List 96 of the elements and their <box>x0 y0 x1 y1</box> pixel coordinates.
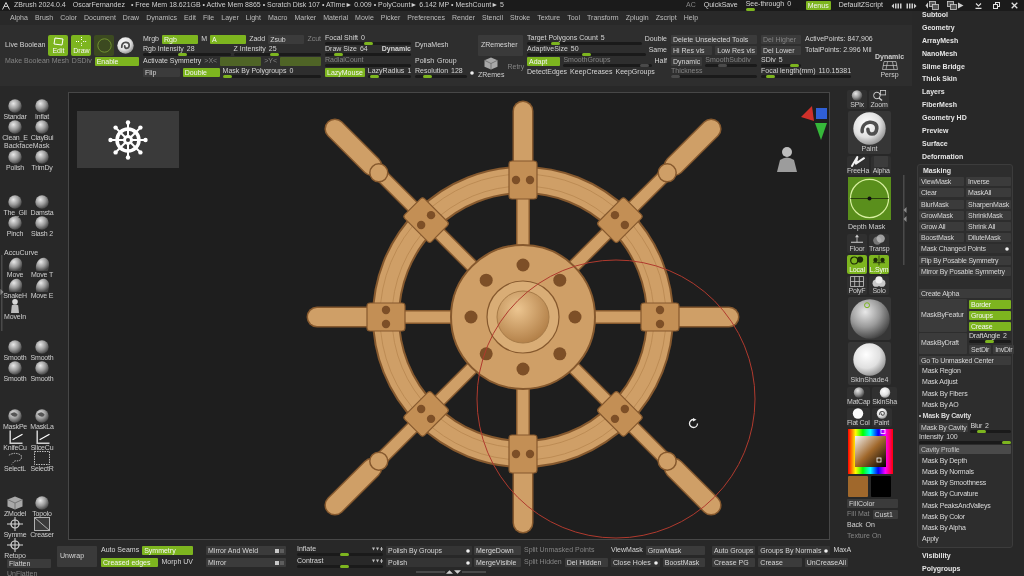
option-squares-icon <box>275 548 284 553</box>
slider-thumb[interactable] <box>551 42 561 45</box>
target-icon <box>7 517 23 531</box>
blob-icon <box>7 278 23 292</box>
window-layout-icon[interactable] <box>947 1 964 10</box>
cube-icon <box>7 496 23 510</box>
slider-thumb[interactable] <box>984 340 994 344</box>
dashed-rect-icon <box>34 451 50 465</box>
slider-thumb[interactable] <box>340 553 350 556</box>
stroke-icon <box>851 156 866 167</box>
sphere-icon <box>34 361 50 375</box>
swirl-sphere-icon <box>853 112 886 145</box>
color-picker[interactable] <box>848 429 893 474</box>
sphere-icon <box>34 340 50 354</box>
floor-icon <box>850 234 864 245</box>
sphere-icon <box>34 216 50 230</box>
crease-icon <box>34 517 50 531</box>
slider-thumb[interactable] <box>270 53 280 56</box>
blob-icon <box>34 257 50 271</box>
local-icon <box>850 255 864 266</box>
grid-icon <box>850 276 864 287</box>
crosshair-icon <box>76 36 87 46</box>
color-swatch-icon[interactable] <box>871 476 891 497</box>
sphere-icon <box>34 120 50 134</box>
knife-icon <box>34 430 50 444</box>
masked-sphere-icon <box>34 409 50 423</box>
slider-thumb[interactable] <box>1002 441 1011 445</box>
figure-icon[interactable] <box>777 147 797 172</box>
lasso-icon <box>7 451 23 465</box>
window-layout-icon[interactable] <box>925 1 942 10</box>
color-swatch-icon[interactable] <box>848 476 868 497</box>
scroll-handle[interactable] <box>0 255 4 331</box>
panel-layout-icon[interactable] <box>891 2 902 9</box>
symmetry-icon <box>872 255 886 266</box>
sphere-icon <box>7 99 23 113</box>
minimize-icon[interactable] <box>975 2 982 9</box>
slider-thumb[interactable] <box>422 75 432 78</box>
sphere-icon <box>34 496 50 510</box>
sphere-icon <box>7 216 23 230</box>
slider-thumb[interactable] <box>790 64 800 67</box>
slider-thumb[interactable] <box>340 565 350 568</box>
blob-icon <box>7 257 23 271</box>
toggle-dot-icon[interactable] <box>470 70 474 75</box>
sphere-icon <box>7 195 23 209</box>
sphere-icon <box>34 99 50 113</box>
app-logo-icon <box>2 1 10 10</box>
sphere-icon <box>850 90 864 101</box>
ship-wheel-icon <box>108 119 148 160</box>
sphere-icon <box>851 387 866 398</box>
axis-gizmo-icon[interactable] <box>801 106 827 140</box>
swirl-sphere-icon <box>874 408 889 419</box>
slider-options-icon[interactable] <box>372 558 383 563</box>
flat-disk-icon <box>851 408 866 419</box>
sphere-icon <box>34 150 50 164</box>
option-squares-icon <box>275 560 284 565</box>
material-sphere-icon <box>849 298 890 339</box>
solo-icon <box>872 276 886 287</box>
glossy-sphere-icon <box>853 343 886 376</box>
slider-options-icon[interactable] <box>372 546 383 551</box>
slider-thumb[interactable] <box>363 42 373 45</box>
slider-thumb[interactable] <box>222 75 232 78</box>
slider-track[interactable] <box>233 53 321 56</box>
transparency-icon <box>872 234 887 245</box>
slider-thumb[interactable] <box>334 53 344 56</box>
sphere-icon <box>34 195 50 209</box>
slider-thumb[interactable] <box>976 429 986 433</box>
close-icon[interactable] <box>1011 2 1018 9</box>
slider-thumb[interactable] <box>745 8 755 11</box>
sphere-icon <box>7 150 23 164</box>
swirl-sphere-icon <box>117 36 135 54</box>
slider-thumb[interactable] <box>369 75 379 78</box>
slider-track[interactable] <box>527 53 646 56</box>
blob-icon <box>34 278 50 292</box>
restore-icon[interactable] <box>993 2 1000 9</box>
shelf-resize-handle[interactable] <box>416 570 486 574</box>
perspective-grid-icon <box>881 60 898 70</box>
slider-track[interactable] <box>325 64 411 67</box>
magnifier-icon <box>872 90 886 101</box>
depth-mask-icon[interactable] <box>848 177 891 220</box>
ring-icon <box>97 37 112 53</box>
masked-sphere-icon <box>7 409 23 423</box>
rotate-icon[interactable] <box>688 418 699 429</box>
sphere-icon <box>7 340 23 354</box>
sphere-icon <box>7 361 23 375</box>
slider-thumb[interactable] <box>178 53 188 56</box>
quad-outline-icon <box>53 36 64 46</box>
slider-thumb[interactable] <box>581 53 591 56</box>
target-icon <box>7 538 23 552</box>
thumbnail-button[interactable] <box>848 297 891 340</box>
slider-thumb[interactable] <box>765 75 775 78</box>
knife-icon <box>7 430 23 444</box>
glossy-sphere-icon <box>877 387 892 398</box>
tool-button[interactable] <box>117 36 135 54</box>
cube-icon <box>484 56 499 70</box>
sphere-icon <box>7 120 23 134</box>
panel-layout-icon[interactable] <box>906 2 917 9</box>
